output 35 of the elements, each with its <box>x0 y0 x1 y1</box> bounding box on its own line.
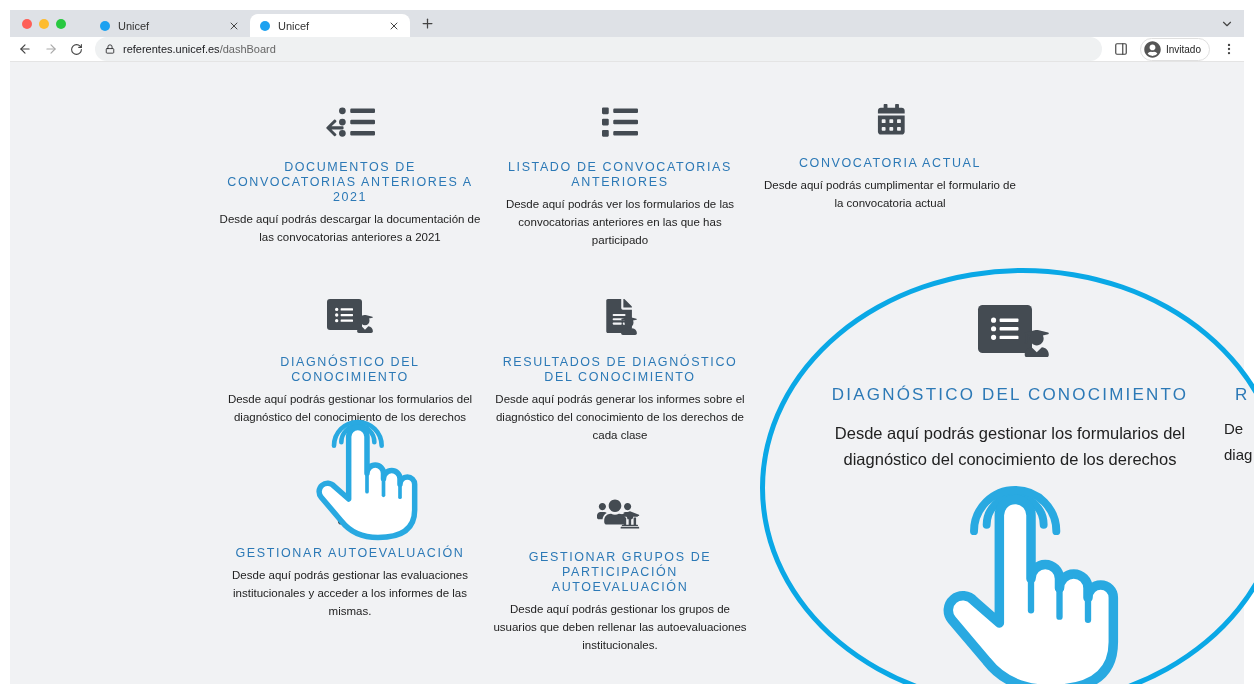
card-title[interactable]: DIAGNÓSTICO DEL CONOCIMIENTO <box>225 355 475 385</box>
calendar-icon <box>875 104 905 137</box>
side-panel-icon[interactable] <box>1113 42 1128 56</box>
card-description: Desde aquí podrás ver los formularios de las convocatorias anteriores en las que has participado <box>504 197 736 248</box>
card-title[interactable]: GESTIONAR AUTOEVALUACIÓN <box>235 546 465 562</box>
card-title: DIAGNÓSTICO DEL CONOCIMIENTO <box>830 385 1190 405</box>
card-title: R <box>1235 385 1250 405</box>
card-title[interactable]: GESTIONAR GRUPOS DE PARTICIPACIÓN AUTOEVALUACIÓN <box>495 550 745 595</box>
back-icon[interactable] <box>18 42 32 56</box>
card-description: Desde aquí podrás descargar la documentación de las convocatorias anteriores a 2021 <box>218 212 482 245</box>
lock-icon <box>105 44 115 54</box>
browser-tab[interactable]: Unicef <box>250 14 410 37</box>
card-description: Desde aquí podrás gestionar los formularios del diagnóstico del conocimiento de los derechos <box>226 392 474 425</box>
card-description: Desde aquí podrás gestionar los formularios del diagnóstico del conocimiento de los derechos <box>833 423 1187 470</box>
card-description: De <box>1224 420 1244 437</box>
list-graduate-icon <box>978 305 1050 360</box>
globe-favicon-icon <box>260 20 270 31</box>
reload-icon[interactable] <box>70 42 83 56</box>
card-title[interactable]: CONVOCATORIA ACTUAL <box>798 156 982 172</box>
card-title[interactable]: RESULTADOS DE DIAGNÓSTICO DEL CONOCIMIENTO <box>495 355 745 385</box>
card-description: Desde aquí podrás generar los informes sobre el diagnóstico del conocimiento de los derechos de cada clase <box>494 392 746 443</box>
card-title[interactable]: LISTADO DE CONVOCATORIAS ANTERIORES <box>495 160 745 190</box>
card-description: Desde aquí podrás cumplimentar el formulario de la convocatoria actual <box>763 178 1017 212</box>
new-tab-icon[interactable] <box>420 16 435 31</box>
card-description: diag <box>1224 446 1253 463</box>
list-icon <box>602 104 638 140</box>
list-graduate-icon <box>326 299 374 335</box>
browser-tab[interactable]: Unicef <box>90 14 250 37</box>
card-title[interactable]: DOCUMENTOS DE CONVOCATORIAS ANTERIORES A 2021 <box>225 160 475 205</box>
globe-favicon-icon <box>100 20 110 31</box>
user-icon <box>1143 40 1161 58</box>
card-description: Desde aquí podrás gestionar las evaluaciones institucionales y acceder a los informes de las mismas. <box>231 568 469 620</box>
address-field[interactable]: referentes.unicef.es/dashBoard <box>95 37 1102 61</box>
list-arrow-icon <box>324 104 376 140</box>
card-description: Desde aquí podrás gestionar los grupos de usuarios que deben rellenar las autoevaluaciones institucionales. <box>492 602 748 653</box>
